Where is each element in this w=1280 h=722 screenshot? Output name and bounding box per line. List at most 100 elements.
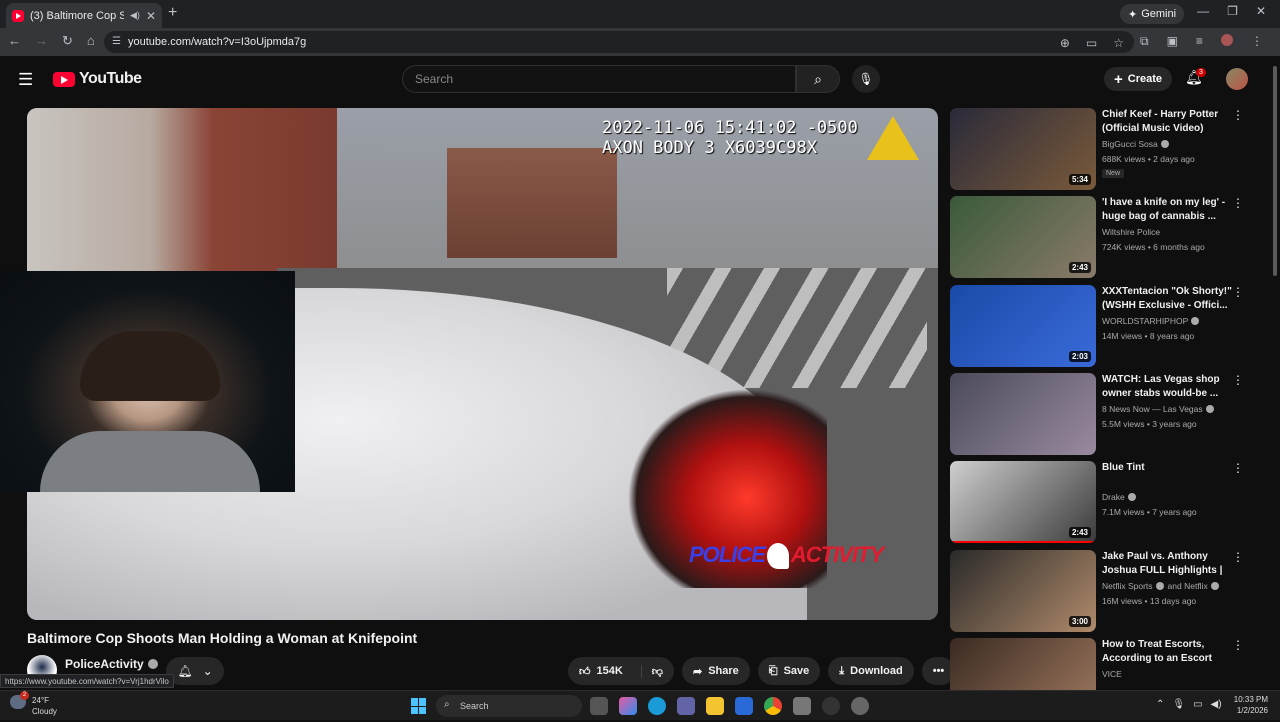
restore-icon[interactable]: ❐ — [1227, 4, 1238, 18]
folder-icon[interactable] — [706, 697, 724, 715]
dislike-icon[interactable]: 👎︎ — [640, 664, 663, 678]
recommendation-card[interactable]: 2:43 Blue Tint Drake 7.1M views • 7 years a… — [950, 461, 1260, 545]
extensions-icon[interactable]: ⧉ — [1140, 34, 1149, 49]
back-icon[interactable]: ← — [8, 33, 21, 49]
page-scrollbar[interactable] — [1270, 56, 1280, 690]
microphone-icon: 🎙︎ — [858, 72, 874, 86]
zoom-icon[interactable]: ⊕ — [1060, 36, 1070, 50]
recommendation-title[interactable]: Chief Keef - Harry Potter (Official Musi… — [1102, 108, 1232, 136]
tab-close-icon[interactable]: ✕ — [146, 9, 156, 23]
file-explorer-icon[interactable] — [590, 697, 608, 715]
profile-avatar-icon[interactable] — [1220, 34, 1233, 46]
new-tab-icon[interactable]: + — [168, 4, 177, 22]
channel-name: PoliceActivity — [65, 657, 144, 671]
more-vert-icon[interactable]: ⋮ — [1232, 461, 1244, 475]
recommendation-channel[interactable]: WORLDSTARHIPHOP — [1102, 316, 1200, 326]
channel-name-link[interactable]: PoliceActivity — [65, 657, 158, 671]
volume-icon[interactable]: ◀) — [1211, 699, 1222, 710]
recommendation-card[interactable]: 3:00 Jake Paul vs. Anthony Joshua FULL Hi… — [950, 550, 1260, 634]
search-input[interactable]: Search — [402, 65, 796, 93]
more-vert-icon[interactable]: ⋮ — [1232, 550, 1244, 564]
more-vert-icon[interactable]: ⋮ — [1232, 196, 1244, 210]
more-vert-icon[interactable]: ⋮ — [1232, 108, 1244, 122]
more-vert-icon[interactable]: ⋮ — [1232, 285, 1244, 299]
recommendation-title[interactable]: WATCH: Las Vegas shop owner stabs would-… — [1102, 373, 1232, 401]
site-info-icon[interactable]: ☰ — [112, 36, 121, 47]
weather-condition: Cloudy — [32, 707, 57, 716]
bookmark-star-icon[interactable]: ☆ — [1113, 36, 1124, 50]
webcam-overlay — [0, 271, 295, 492]
more-vert-icon[interactable]: ⋮ — [1232, 638, 1244, 652]
teams-icon[interactable] — [677, 697, 695, 715]
taskbar-search[interactable]: ⌕ Search — [436, 695, 582, 717]
home-icon[interactable]: ⌂ — [87, 33, 95, 49]
chrome-icon[interactable] — [764, 697, 782, 715]
create-button[interactable]: + Create — [1104, 67, 1173, 91]
recommendation-card[interactable]: 2:03 XXXTentacion "Ok Shorty!" (WSHH Excl… — [950, 285, 1260, 369]
address-bar[interactable]: ☰ youtube.com/watch?v=I3oUjpmda7g ⊕ ▭ ☆ — [104, 31, 1134, 53]
store-icon[interactable] — [735, 697, 753, 715]
tray-chevron-icon[interactable]: ⌃ — [1156, 699, 1164, 710]
recommendation-channel[interactable]: Wiltshire Police — [1102, 227, 1160, 237]
thumbs-up-icon: 👍︎ — [579, 665, 591, 678]
settings-icon[interactable] — [851, 697, 869, 715]
recommendation-title[interactable]: How to Treat Escorts, According to an Es… — [1102, 638, 1232, 666]
recommendation-channel[interactable]: Drake — [1102, 492, 1136, 502]
sidepanel-icon[interactable]: ▣ — [1167, 34, 1178, 49]
photos-icon[interactable] — [793, 697, 811, 715]
recommendation-card[interactable]: 2:43 'I have a knife on my leg' - huge ba… — [950, 196, 1260, 280]
video-thumbnail[interactable]: 2:43 — [950, 461, 1096, 543]
reload-icon[interactable]: ↻ — [62, 33, 73, 49]
voice-search-button[interactable]: 🎙︎ — [852, 65, 880, 93]
recommendation-card[interactable]: WATCH: Las Vegas shop owner stabs would-… — [950, 373, 1260, 457]
youtube-logo[interactable]: YouTube — [53, 70, 142, 88]
recommendation-card[interactable]: 5:34 Chief Keef - Harry Potter (Official … — [950, 108, 1260, 192]
cast-icon[interactable]: ▭ — [1086, 36, 1097, 50]
recommendation-title[interactable]: XXXTentacion "Ok Shorty!" (WSHH Exclusiv… — [1102, 285, 1232, 313]
like-button[interactable]: 👍︎ 154K 👎︎ — [568, 657, 674, 685]
hamburger-menu-icon[interactable]: ☰ — [18, 70, 33, 90]
video-thumbnail[interactable]: 2:43 — [950, 196, 1096, 278]
video-thumbnail[interactable] — [950, 373, 1096, 455]
shark-logo-icon — [766, 543, 789, 570]
edge-icon[interactable] — [648, 697, 666, 715]
save-button[interactable]: ⎗ Save — [757, 657, 821, 685]
speaker-icon[interactable]: ◀) — [130, 10, 140, 21]
network-icon[interactable]: ▭ — [1193, 699, 1202, 710]
recommendation-channel-name: Drake — [1102, 492, 1125, 502]
obs-icon[interactable] — [822, 697, 840, 715]
video-thumbnail[interactable]: 3:00 — [950, 550, 1096, 632]
minimize-icon[interactable]: — — [1197, 4, 1209, 18]
more-vert-icon[interactable]: ⋮ — [1251, 34, 1263, 49]
recommendation-channel[interactable]: 8 News Now — Las Vegas — [1102, 404, 1214, 414]
logo-text: YouTube — [79, 70, 142, 87]
download-button[interactable]: ⤓ Download — [828, 657, 914, 685]
recommendation-title[interactable]: Jake Paul vs. Anthony Joshua FULL Highli… — [1102, 550, 1232, 578]
recommendation-channel[interactable]: VICE — [1102, 669, 1122, 679]
notification-count-badge: 3 — [1196, 68, 1206, 77]
more-vert-icon[interactable]: ⋮ — [1232, 373, 1244, 387]
window-close-icon[interactable]: ✕ — [1256, 4, 1266, 18]
weather-widget[interactable]: 2 24°F Cloudy — [10, 691, 57, 717]
recommendation-title[interactable]: 'I have a knife on my leg' - huge bag of… — [1102, 196, 1232, 224]
menu-icon[interactable]: ≡ — [1196, 34, 1203, 49]
copilot-icon[interactable] — [619, 697, 637, 715]
tray-mic-icon[interactable]: 🎙︎ — [1172, 699, 1185, 710]
recommendation-channel[interactable]: Netflix Sports and Netflix — [1102, 581, 1219, 591]
scrollbar-thumb[interactable] — [1273, 66, 1277, 276]
recommendation-channel[interactable]: BigGucci Sosa — [1102, 139, 1169, 149]
video-thumbnail[interactable]: 5:34 — [950, 108, 1096, 190]
browser-tab[interactable]: (3) Baltimore Cop Shoots M ◀) ✕ — [6, 3, 162, 28]
taskbar-search-label: Search — [460, 701, 489, 711]
share-button[interactable]: ➦ Share — [681, 657, 750, 685]
system-clock[interactable]: 10:33 PM 1/2/2026 — [1222, 694, 1268, 716]
start-button[interactable] — [411, 698, 427, 714]
video-thumbnail[interactable]: 2:03 — [950, 285, 1096, 367]
search-button[interactable]: ⌕ — [796, 65, 840, 93]
bodycam-timestamp-line1: 2022-11-06 15:41:02 -0500 — [602, 118, 858, 138]
account-avatar[interactable] — [1226, 68, 1248, 90]
subscription-bell-button[interactable]: 🔔︎ ⌄ — [166, 657, 224, 685]
gemini-button[interactable]: ✦ Gemini — [1120, 4, 1185, 24]
recommendation-title[interactable]: Blue Tint — [1102, 461, 1232, 475]
forward-icon[interactable]: → — [35, 33, 48, 49]
